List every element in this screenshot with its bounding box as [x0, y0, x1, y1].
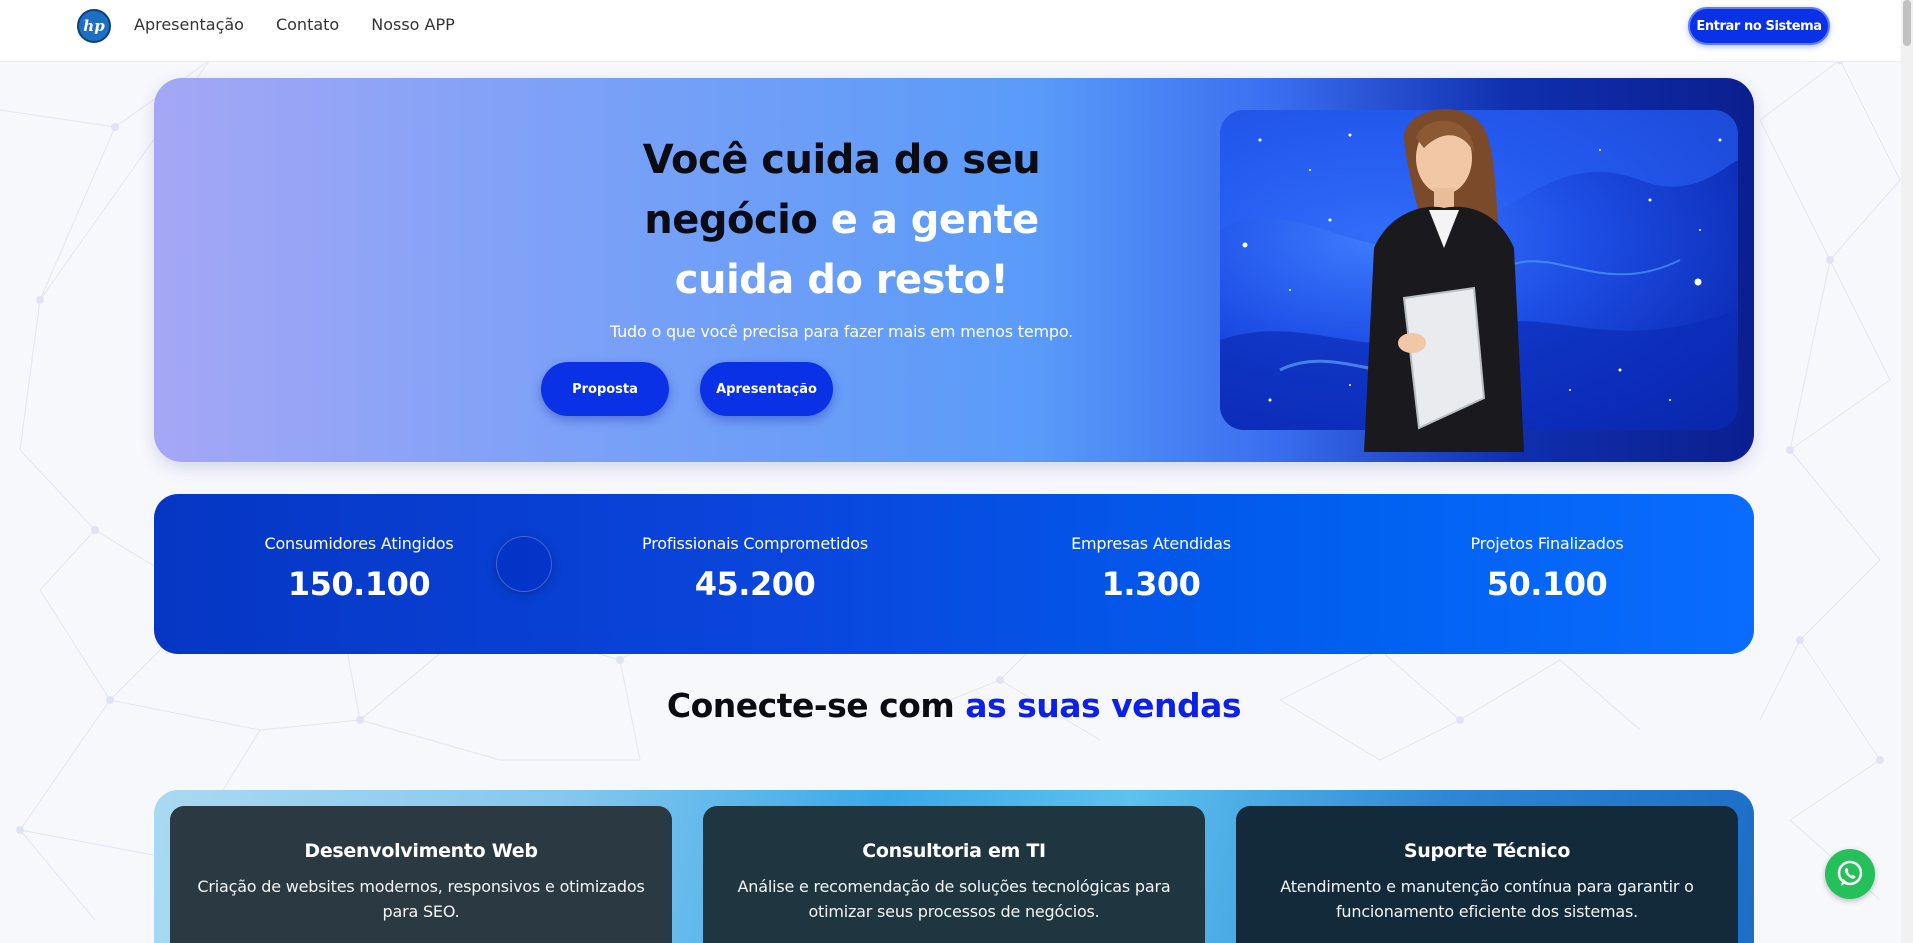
service-title: Desenvolvimento Web	[304, 840, 538, 862]
page-scrollbar[interactable]	[1901, 0, 1913, 943]
nav-link-nosso-app[interactable]: Nosso APP	[371, 15, 455, 35]
service-description: Criação de websites modernos, responsivo…	[197, 877, 645, 921]
service-title: Suporte Técnico	[1403, 840, 1571, 862]
stat-label: Consumidores Atingidos	[264, 534, 454, 553]
hero-banner: Você cuida do seu negócio e a gente cuid…	[154, 78, 1754, 462]
scrollbar-thumb[interactable]	[1903, 0, 1911, 46]
stat-label: Profissionais Comprometidos	[642, 534, 868, 553]
businesswoman-illustration	[1364, 109, 1524, 452]
logo-text: hp	[83, 17, 105, 35]
whatsapp-icon	[1837, 860, 1863, 886]
whatsapp-button[interactable]	[1825, 849, 1875, 899]
service-card-suporte[interactable]: Suporte Técnico Atendimento e manutenção…	[1236, 806, 1738, 943]
service-description: Análise e recomendação de soluções tecno…	[737, 877, 1171, 921]
hero-subtitle: Tudo o que você precisa para fazer mais …	[609, 322, 1074, 341]
hero-title-dark-2: negócio	[644, 197, 818, 243]
services-section: Desenvolvimento Web Criação de websites …	[154, 790, 1754, 943]
apresentacao-button[interactable]: Apresentação	[700, 362, 833, 416]
section-title-highlight: as suas vendas	[965, 686, 1242, 725]
service-card-consultoria[interactable]: Consultoria em TI Análise e recomendação…	[703, 806, 1205, 943]
stat-consumidores: Consumidores Atingidos 150.100	[194, 534, 524, 603]
stat-value: 45.200	[694, 565, 816, 603]
stat-label: Empresas Atendidas	[1071, 534, 1231, 553]
stat-value: 50.100	[1486, 565, 1608, 603]
hp-logo-icon[interactable]: hp	[77, 9, 111, 43]
proposta-button[interactable]: Proposta	[541, 362, 669, 416]
hero-title-light-2: cuida do resto!	[674, 257, 1009, 303]
stat-value: 150.100	[287, 565, 431, 603]
stat-empresas: Empresas Atendidas 1.300	[986, 534, 1316, 603]
service-description: Atendimento e manutenção contínua para g…	[1280, 877, 1694, 921]
top-navbar: hp Apresentação Contato Nosso APP Entrar…	[0, 0, 1913, 62]
stat-value: 1.300	[1101, 565, 1201, 603]
main-nav: Apresentação Contato Nosso APP	[134, 15, 455, 35]
stats-band: Consumidores Atingidos 150.100 Profissio…	[154, 494, 1754, 654]
hero-title-line-1: Você cuida do seu	[642, 137, 1041, 183]
service-title: Consultoria em TI	[862, 840, 1046, 862]
hero-title: Você cuida do seu negócio e a gente cuid…	[574, 130, 1109, 310]
nav-link-apresentacao[interactable]: Apresentação	[134, 15, 244, 35]
section-title: Conecte-se com as suas vendas	[554, 686, 1354, 725]
service-card-web[interactable]: Desenvolvimento Web Criação de websites …	[170, 806, 672, 943]
enter-system-button[interactable]: Entrar no Sistema	[1688, 7, 1830, 45]
section-title-dark: Conecte-se com	[666, 686, 966, 725]
nav-link-contato[interactable]: Contato	[276, 15, 339, 35]
stat-projetos: Projetos Finalizados 50.100	[1382, 534, 1712, 603]
hero-title-light-1: e a gente	[817, 197, 1039, 243]
stat-label: Projetos Finalizados	[1470, 534, 1624, 553]
stat-profissionais: Profissionais Comprometidos 45.200	[590, 534, 920, 603]
